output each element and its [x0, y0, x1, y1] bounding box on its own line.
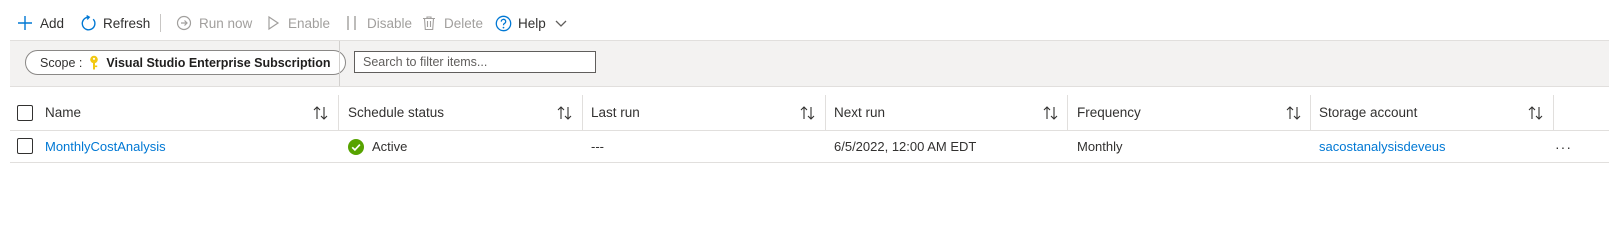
sort-icon[interactable] [1042, 105, 1060, 121]
delete-label: Delete [444, 15, 484, 31]
scope-value: Visual Studio Enterprise Subscription [106, 55, 331, 70]
search-input[interactable] [355, 52, 595, 72]
help-label: Help [518, 15, 546, 31]
scope-pill[interactable]: Scope : Visual Studio Enterprise Subscri… [25, 50, 346, 75]
export-name-link[interactable]: MonthlyCostAnalysis [45, 131, 166, 162]
check-circle-icon [348, 138, 364, 155]
trash-icon [420, 14, 438, 32]
enable-button[interactable]: Enable [264, 10, 330, 36]
key-icon [88, 55, 100, 71]
refresh-button[interactable]: Refresh [79, 10, 150, 36]
column-divider [825, 95, 826, 130]
column-header-frequency[interactable]: Frequency [1077, 95, 1141, 130]
column-header-last-run[interactable]: Last run [591, 95, 640, 130]
sort-icon[interactable] [1527, 105, 1545, 121]
column-header-storage-account[interactable]: Storage account [1319, 95, 1417, 130]
column-divider [1310, 95, 1311, 130]
enable-label: Enable [288, 15, 331, 31]
run-now-button[interactable]: Run now [175, 10, 252, 36]
column-divider [582, 95, 583, 130]
disable-button[interactable]: Disable [343, 10, 412, 36]
table-header: Name Schedule status Last run Next run F… [10, 95, 1609, 131]
table-row[interactable]: MonthlyCostAnalysis Active --- 6/5/2022,… [10, 131, 1609, 163]
plus-icon [16, 14, 34, 32]
schedule-status-cell: Active [348, 131, 407, 162]
run-now-icon [175, 14, 193, 32]
chevron-down-icon [552, 14, 570, 32]
delete-button[interactable]: Delete [420, 10, 483, 36]
exports-grid: Name Schedule status Last run Next run F… [10, 95, 1609, 163]
play-icon [264, 14, 282, 32]
column-divider [1067, 95, 1068, 130]
filter-bar: Scope : Visual Studio Enterprise Subscri… [10, 40, 1609, 87]
disable-label: Disable [367, 15, 413, 31]
next-run-cell: 6/5/2022, 12:00 AM EDT [834, 139, 977, 154]
add-button[interactable]: Add [16, 10, 64, 36]
refresh-icon [79, 14, 97, 32]
column-header-schedule-status[interactable]: Schedule status [348, 95, 444, 130]
help-button[interactable]: Help [494, 10, 570, 36]
run-now-label: Run now [199, 15, 253, 31]
storage-account-link[interactable]: sacostanalysisdeveus [1319, 131, 1445, 162]
command-bar: Add Refresh Run now Enable Disable Delet… [0, 0, 1609, 44]
column-header-next-run[interactable]: Next run [834, 95, 885, 130]
select-all-checkbox[interactable] [17, 105, 33, 121]
column-divider [1553, 95, 1554, 130]
row-checkbox[interactable] [17, 138, 33, 154]
sort-icon[interactable] [556, 105, 574, 121]
filter-divider [339, 41, 340, 86]
frequency-cell: Monthly [1077, 139, 1123, 154]
column-divider [338, 95, 339, 130]
refresh-label: Refresh [103, 15, 151, 31]
sort-icon[interactable] [799, 105, 817, 121]
sort-icon[interactable] [1285, 105, 1303, 121]
help-icon [494, 14, 512, 32]
column-header-name[interactable]: Name [45, 95, 81, 130]
toolbar-divider [160, 14, 161, 32]
scope-label: Scope : [40, 55, 83, 70]
sort-icon[interactable] [312, 105, 330, 121]
pause-icon [343, 14, 361, 32]
search-box[interactable] [354, 51, 596, 73]
last-run-cell: --- [591, 139, 604, 154]
more-actions-button[interactable]: ··· [1555, 131, 1572, 162]
add-label: Add [40, 15, 65, 31]
